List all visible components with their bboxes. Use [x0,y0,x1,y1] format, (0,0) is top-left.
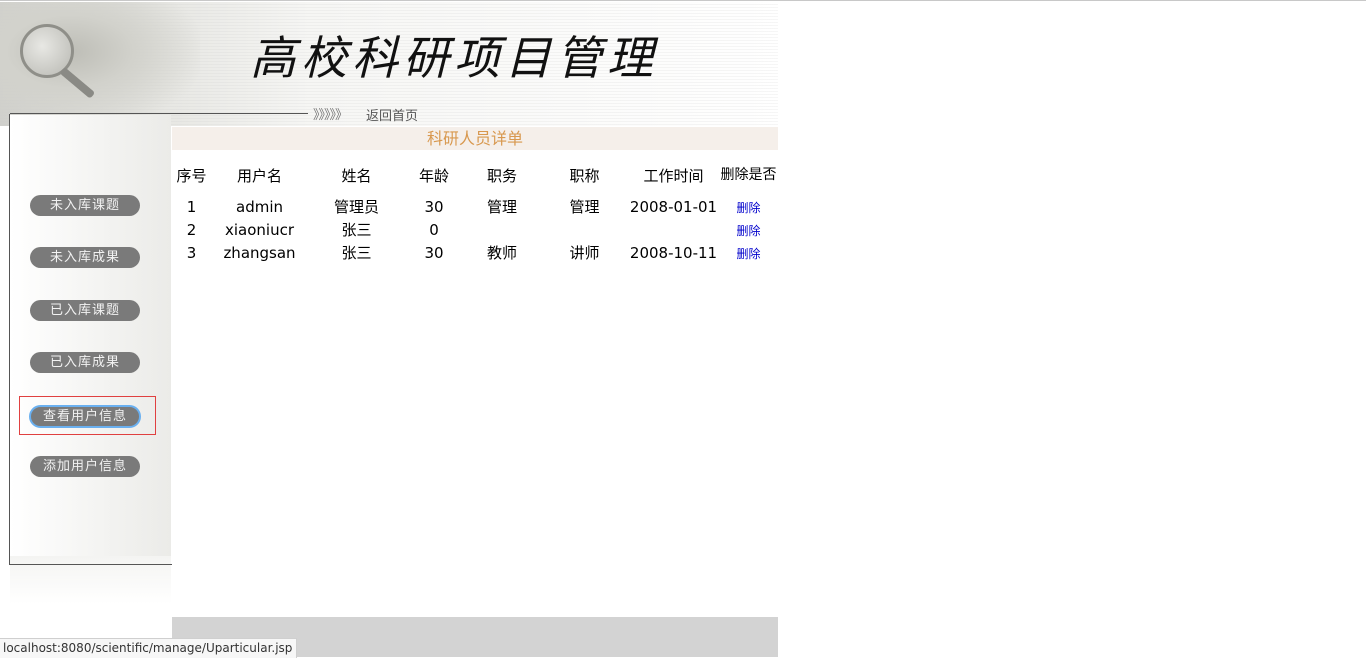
cell-name: 管理员 [333,198,379,216]
cell-age: 30 [424,197,444,216]
cell-duty: 管理 [486,198,517,216]
cell-title [541,218,628,241]
cell-title: 讲师 [569,244,600,262]
cell-duty [463,218,541,241]
sidebar-item-view-users[interactable]: 查看用户信息 [29,405,141,428]
site-title: 高校科研项目管理 [250,31,658,85]
sidebar-frame [9,114,172,565]
column-header: 删除是否 [720,166,777,183]
cell-action: 删除 [719,241,778,264]
column-header: 姓名 [341,166,372,185]
cell-username: zhangsan [223,243,296,262]
sidebar-item-uncommitted-results[interactable]: 未入库成果 [30,247,140,268]
cell-no: 1 [186,197,197,216]
column-header: 序号 [176,166,207,185]
window-top-border [0,0,1366,1]
table-header-row: 序号 用户名 姓名 年龄 职务 职称 工作时间 删除是否 [172,155,778,195]
magnifier-handle [59,66,96,99]
column-header: 年龄 [418,166,449,185]
column-header: 工作时间 [643,166,704,185]
home-link[interactable]: 返回首页 [366,105,418,124]
cell-title: 管理 [569,198,600,216]
sidebar-item-add-user[interactable]: 添加用户信息 [30,456,140,477]
cell-no: 3 [186,243,197,262]
status-bar-url: localhost:8080/scientific/manage/Upartic… [0,638,298,658]
cell-age: 0 [429,220,439,239]
table-row: 3 zhangsan 张三 30 教师 讲师 2008-10-11 删除 [172,241,778,264]
page-title: 科研人员详单 [172,127,778,150]
users-table: 序号 用户名 姓名 年龄 职务 职称 工作时间 删除是否 1 admin 管理员… [172,155,778,264]
cell-name: 张三 [341,221,372,239]
table-row: 2 xiaoniucr 张三 0 删除 [172,218,778,241]
sidebar-item-committed-results[interactable]: 已入库成果 [30,352,140,373]
cell-name: 张三 [341,244,372,262]
sidebar-item-committed-topics[interactable]: 已入库课题 [30,300,140,321]
delete-link[interactable]: 删除 [736,201,760,215]
cell-action: 删除 [719,218,778,241]
cell-username: admin [236,197,283,216]
delete-link[interactable]: 删除 [736,247,760,261]
column-header: 用户名 [236,166,282,185]
cell-duty: 教师 [486,244,517,262]
cell-username: xiaoniucr [224,220,294,239]
column-header: 职称 [569,166,600,185]
cell-work-time: 2008-01-01 [629,197,718,216]
table-row: 1 admin 管理员 30 管理 管理 2008-01-01 删除 [172,195,778,218]
banner-photo [0,2,200,126]
delete-link[interactable]: 删除 [736,224,760,238]
cell-action: 删除 [719,195,778,218]
column-header: 职务 [486,166,517,185]
cell-no: 2 [186,220,197,239]
cell-work-time [628,218,719,241]
cell-work-time: 2008-10-11 [629,243,718,262]
cell-age: 30 [424,243,444,262]
chevron-right-icon: 》》》》》 [313,108,348,123]
sidebar-item-uncommitted-topics[interactable]: 未入库课题 [30,195,140,216]
